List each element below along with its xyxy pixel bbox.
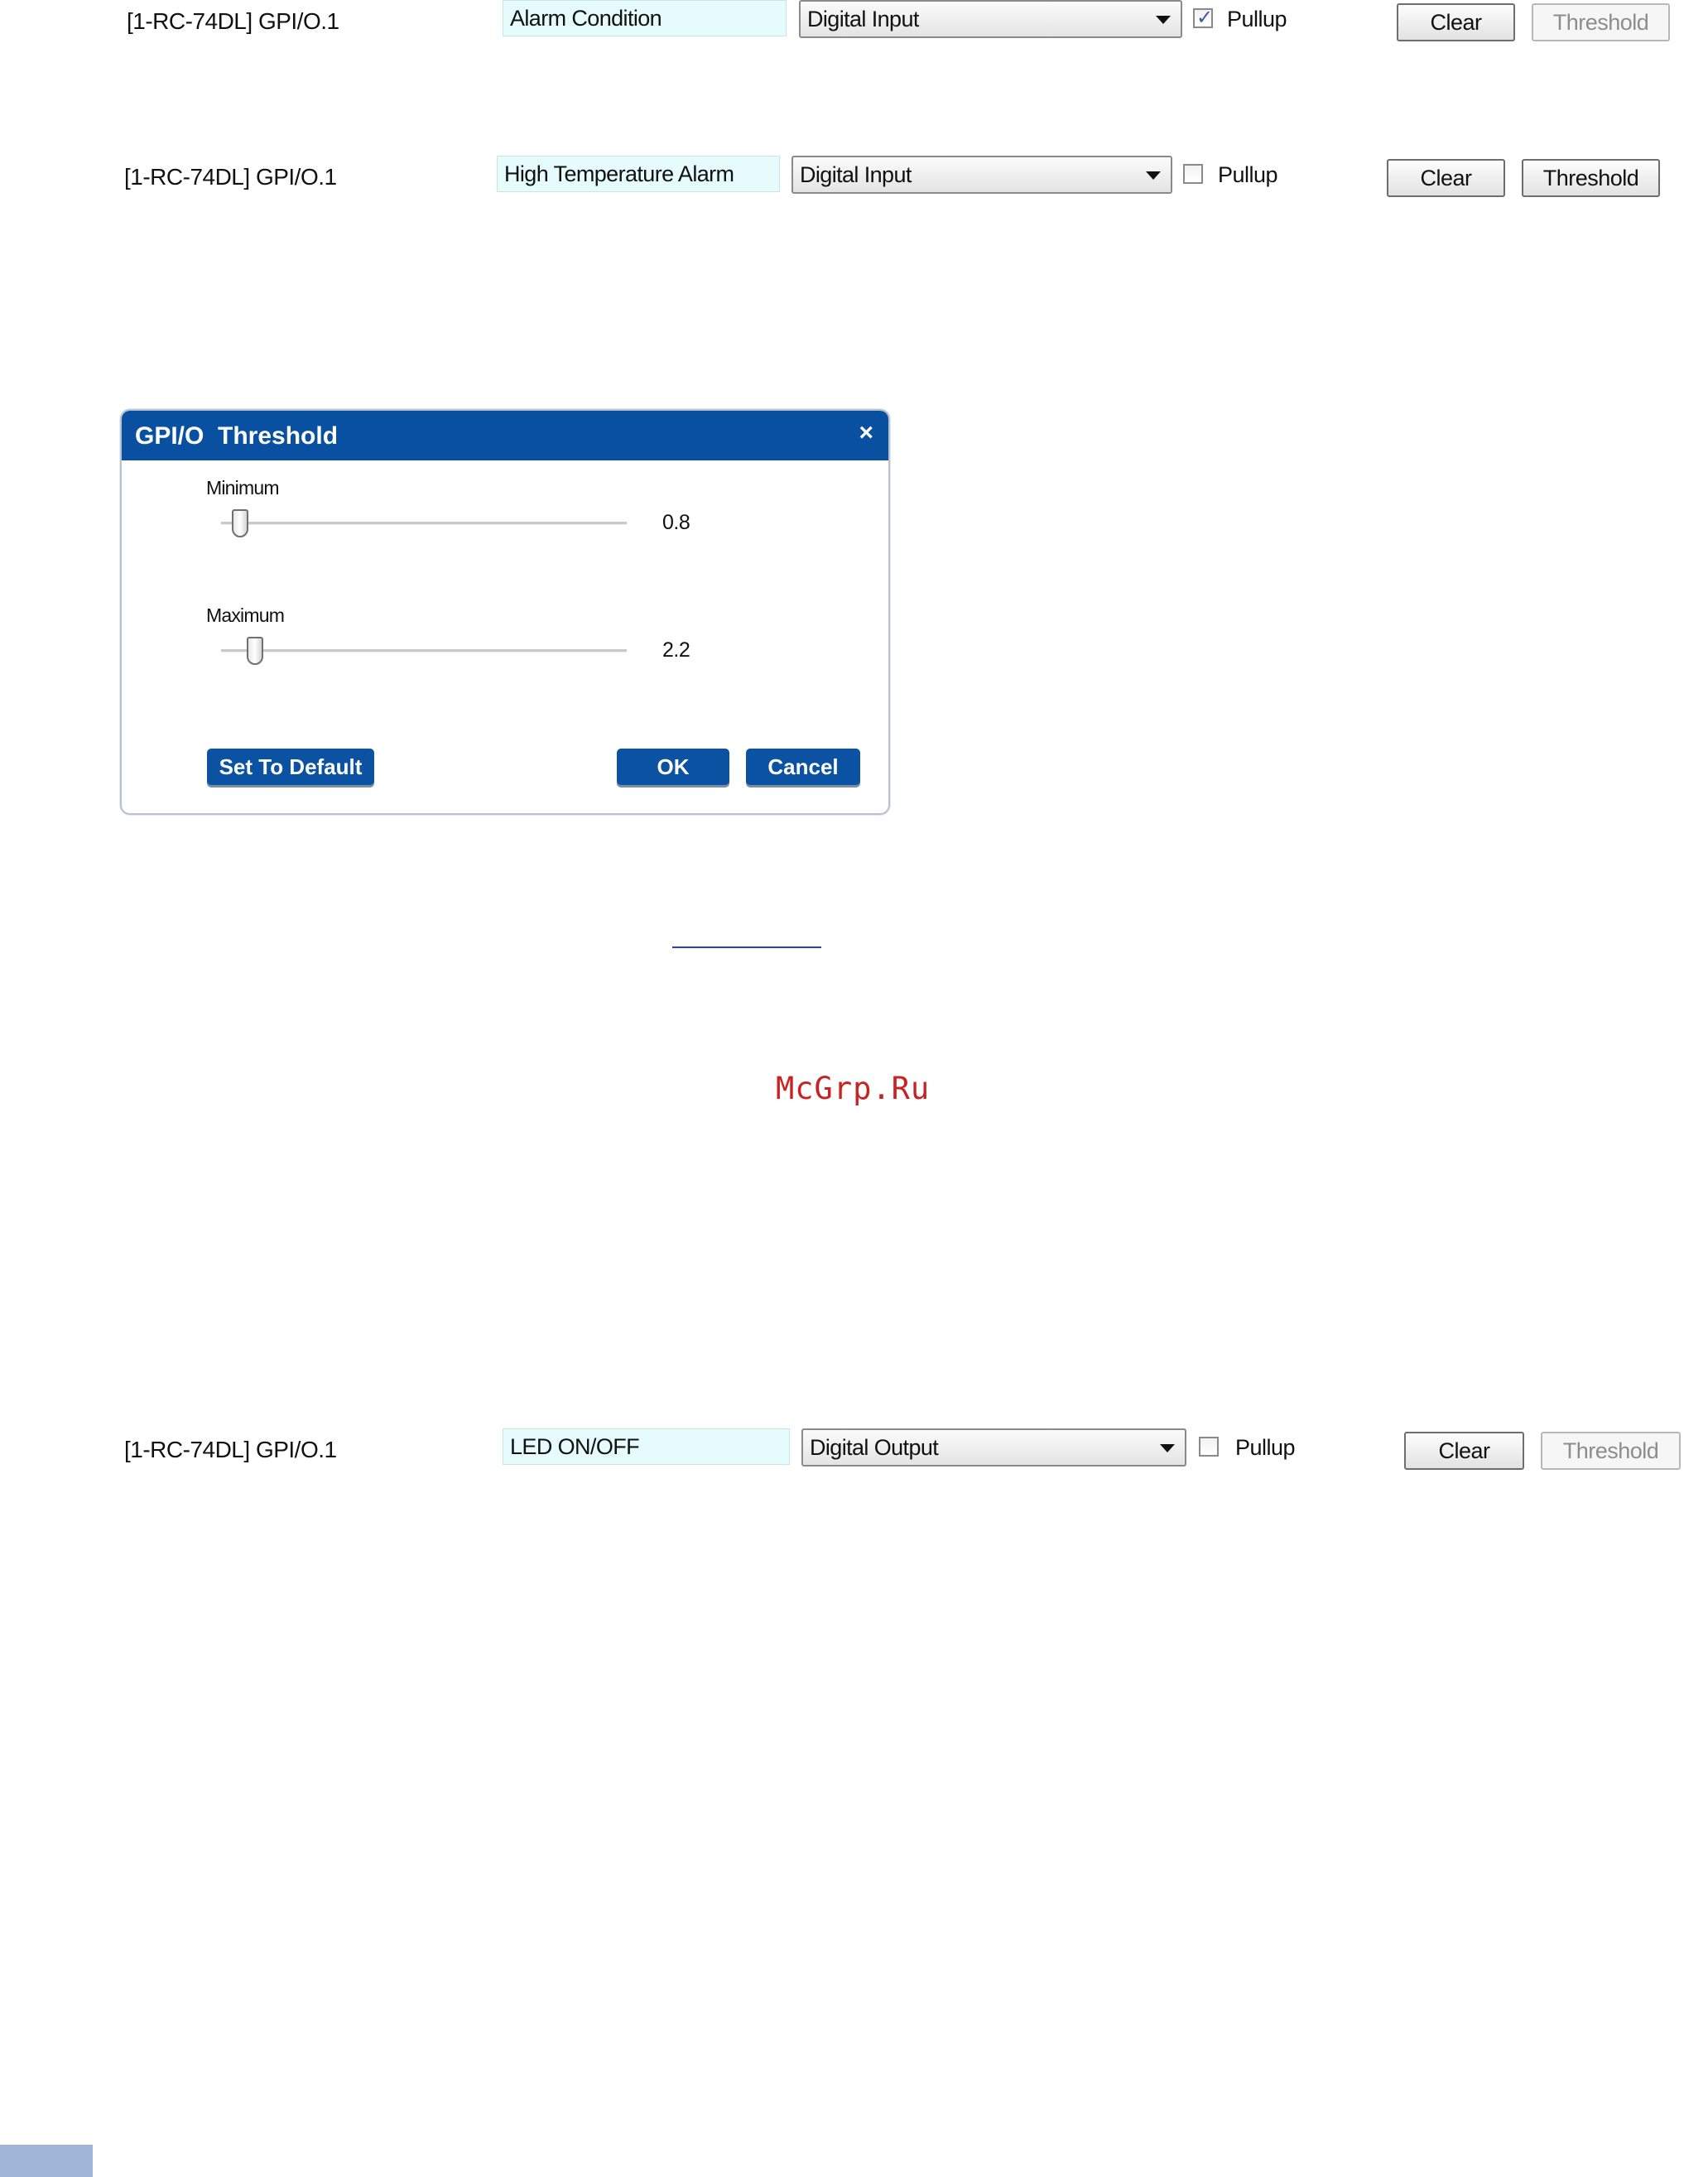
maximum-value: 2.2 <box>662 638 690 662</box>
threshold-button[interactable]: Threshold <box>1532 3 1670 41</box>
clear-button[interactable]: Clear <box>1404 1432 1524 1470</box>
pullup-checkbox[interactable]: ✓ <box>1193 7 1214 29</box>
chevron-down-icon <box>1156 16 1171 24</box>
minimum-slider-track[interactable] <box>221 522 627 525</box>
gpio-row-3: [1-RC-74DL] GPI/O.1 Digital Output Pullu… <box>0 1428 1708 1478</box>
minimum-value: 0.8 <box>662 511 690 534</box>
set-to-default-button[interactable]: Set To Default <box>207 749 374 785</box>
check-icon: ✓ <box>1196 7 1214 29</box>
threshold-dialog: GPI/O Threshold × Minimum 0.8 Maximum 2.… <box>120 409 890 815</box>
pullup-label: Pullup <box>1218 162 1278 187</box>
chevron-down-icon <box>1146 171 1161 180</box>
maximum-slider-track[interactable] <box>221 649 627 653</box>
port-label: [1-RC-74DL] GPI/O.1 <box>127 8 339 34</box>
gpio-row-2: [1-RC-74DL] GPI/O.1 Digital Input Pullup… <box>0 156 1708 205</box>
clear-button[interactable]: Clear <box>1387 159 1505 197</box>
pullup-label: Pullup <box>1235 1435 1296 1460</box>
pullup-checkbox[interactable] <box>1183 164 1203 184</box>
cancel-button[interactable]: Cancel <box>746 749 860 785</box>
pullup-label: Pullup <box>1227 7 1287 31</box>
gpio-row-1: [1-RC-74DL] GPI/O.1 Digital Input ✓ Pull… <box>0 0 1708 50</box>
port-label: [1-RC-74DL] GPI/O.1 <box>124 1437 337 1462</box>
threshold-button[interactable]: Threshold <box>1541 1432 1681 1470</box>
page-number-tab <box>0 2145 93 2177</box>
clear-button[interactable]: Clear <box>1397 3 1515 41</box>
gpio-name-input[interactable] <box>497 156 780 192</box>
minimum-slider-handle[interactable] <box>232 509 248 537</box>
chevron-down-icon <box>1160 1444 1175 1452</box>
minimum-label: Minimum <box>206 477 279 498</box>
watermark: McGrp.Ru <box>776 1071 931 1106</box>
mode-select-value: Digital Input <box>800 162 912 187</box>
mode-select[interactable]: Digital Input <box>791 156 1172 194</box>
mode-select-value: Digital Output <box>810 1435 939 1460</box>
threshold-button[interactable]: Threshold <box>1522 159 1660 197</box>
ok-button[interactable]: OK <box>617 749 729 785</box>
hyperlink-underline[interactable] <box>672 946 821 948</box>
gpio-name-input[interactable] <box>503 0 787 36</box>
port-label: [1-RC-74DL] GPI/O.1 <box>124 164 337 190</box>
dialog-title: GPI/O Threshold <box>135 422 339 450</box>
gpio-name-input[interactable] <box>503 1428 790 1465</box>
maximum-label: Maximum <box>206 604 285 626</box>
mode-select[interactable]: Digital Input <box>799 0 1182 38</box>
dialog-titlebar: GPI/O Threshold × <box>122 411 888 460</box>
pullup-checkbox[interactable] <box>1199 1437 1219 1457</box>
mode-select[interactable]: Digital Output <box>801 1428 1186 1467</box>
maximum-slider-handle[interactable] <box>247 637 263 665</box>
mode-select-value: Digital Input <box>807 7 919 31</box>
close-icon[interactable]: × <box>859 419 873 447</box>
